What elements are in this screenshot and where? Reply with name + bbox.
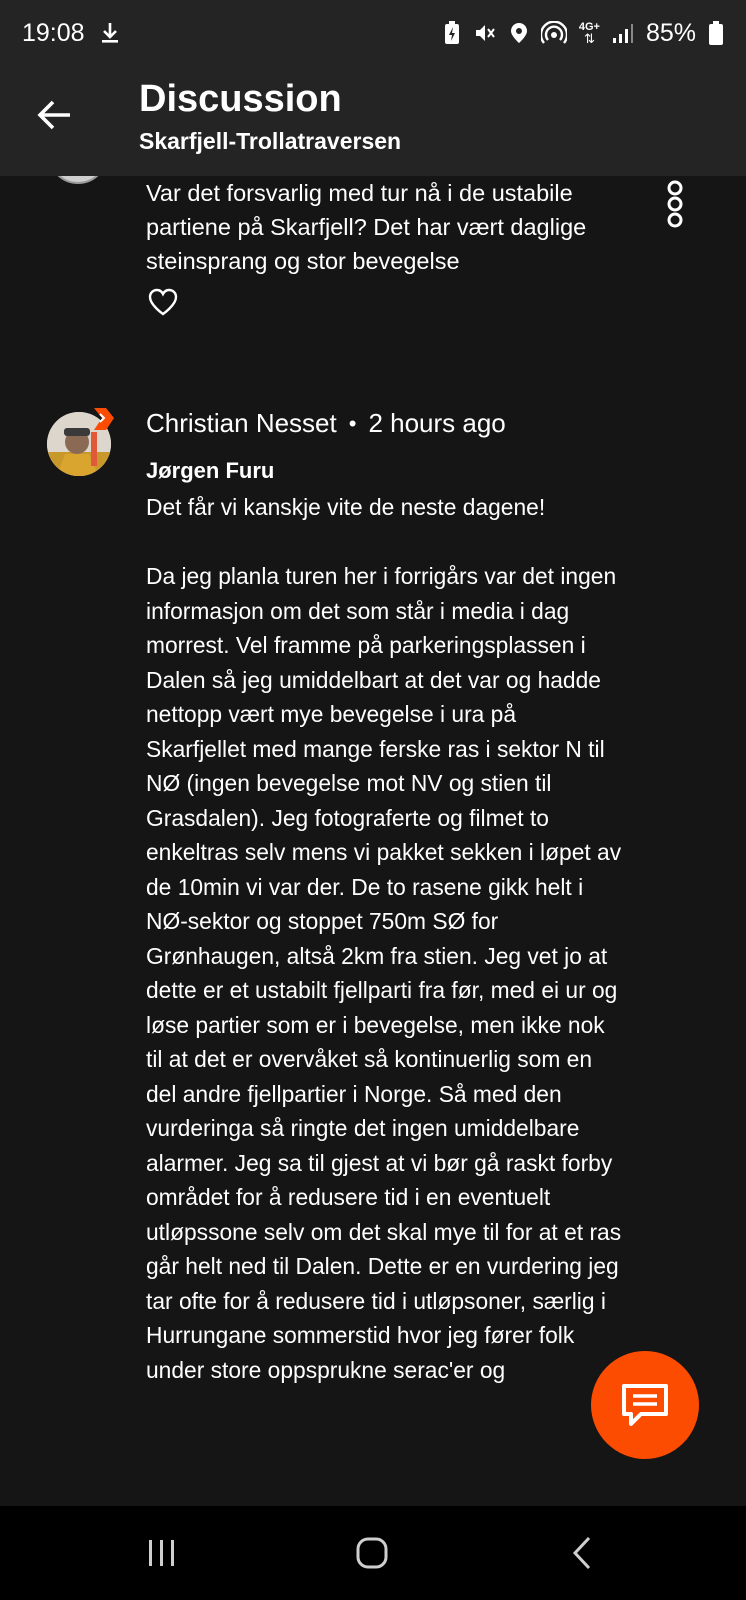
4g-plus-icon: 4G+ ⇅ <box>579 22 600 46</box>
recent-apps-icon <box>149 1540 174 1566</box>
discussion-list[interactable]: Var det forsvarlig med tur nå i de ustab… <box>0 176 746 1506</box>
page-title: Discussion <box>139 78 342 120</box>
page-subtitle: Skarfjell-Trollatraversen <box>139 128 402 154</box>
app-header: Discussion Skarfjell-Trollatraversen <box>0 66 746 176</box>
comment-meta: Christian Nesset • 2 hours ago <box>146 408 506 439</box>
add-comment-button[interactable] <box>591 1351 699 1459</box>
signal-icon <box>612 21 634 45</box>
back-nav-button[interactable] <box>552 1526 612 1580</box>
comment-time: 2 hours ago <box>368 408 506 438</box>
reply-mention[interactable]: Jørgen Furu <box>146 458 274 484</box>
status-time: 19:08 <box>22 18 85 47</box>
battery-percent: 85% <box>645 18 696 47</box>
heart-icon <box>148 288 178 316</box>
status-right: 4G+ ⇅ 85% <box>443 19 724 48</box>
hotspot-icon <box>540 21 567 45</box>
meta-separator: • <box>348 410 357 436</box>
home-icon <box>356 1537 388 1569</box>
back-button[interactable] <box>28 88 82 142</box>
comment-text: Det får vi kanskje vite de neste dagene!… <box>146 494 622 1383</box>
more-options-button[interactable] <box>662 180 688 230</box>
like-button[interactable] <box>148 288 178 316</box>
back-arrow-icon <box>37 100 70 130</box>
status-bar: 19:08 4G+ ⇅ 85% <box>0 0 746 66</box>
data-arrows-icon: ⇅ <box>583 31 595 46</box>
system-nav-bar <box>0 1506 746 1600</box>
status-left: 19:08 <box>22 19 121 48</box>
recent-apps-button[interactable] <box>132 1526 192 1580</box>
screen: 19:08 4G+ ⇅ 85% Discussion Skarfjell-Tro… <box>0 0 746 1600</box>
subscriber-badge-icon <box>92 406 116 432</box>
home-button[interactable] <box>342 1526 402 1580</box>
avatar[interactable] <box>48 176 108 184</box>
comment-text: Var det forsvarlig med tur nå i de ustab… <box>146 180 587 274</box>
chat-icon <box>622 1384 668 1426</box>
battery-icon <box>708 20 724 46</box>
mute-icon <box>473 21 497 45</box>
location-icon <box>509 21 529 45</box>
chevron-left-icon <box>572 1536 591 1570</box>
more-vertical-icon <box>667 180 683 228</box>
download-icon <box>99 21 121 45</box>
battery-saver-icon <box>443 20 461 46</box>
comment-author[interactable]: Christian Nesset <box>146 408 337 439</box>
